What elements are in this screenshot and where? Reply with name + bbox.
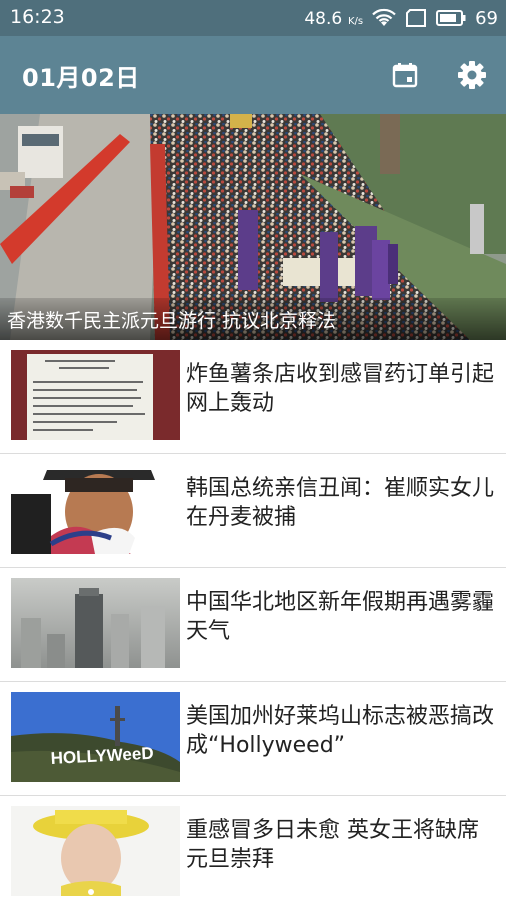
status-time: 16:23 [10,6,65,28]
news-title: 中国华北地区新年假期再遇雾霾天气 [186,590,495,644]
news-title: 重感冒多日未愈 英女王将缺席元旦崇拜 [186,818,479,872]
calendar-icon [392,63,418,88]
smog-city-image [11,578,180,668]
network-speed: 48.6 K/s [304,8,363,29]
news-item[interactable]: 韩国总统亲信丑闻：崔顺实女儿在丹麦被捕 [0,454,506,568]
news-title: 韩国总统亲信丑闻：崔顺实女儿在丹麦被捕 [186,476,495,530]
hollyweed-sign-image: HOLLYWeeD [11,692,180,782]
battery-icon [436,9,466,27]
news-item[interactable]: 炸鱼薯条店收到感冒药订单引起网上轰动 [0,340,506,454]
news-item[interactable]: 重感冒多日未愈 英女王将缺席元旦崇拜 [0,796,506,900]
hero-caption: 香港数千民主派元旦游行 抗议北京释法 [0,298,506,340]
app-bar: 01月02日 [0,36,506,114]
battery-level: 69 [475,7,498,29]
calendar-button[interactable] [388,58,422,92]
news-item[interactable]: HOLLYWeeD 美国加州好莱坞山标志被恶搞改成“Hollyweed” [0,682,506,796]
news-item[interactable]: 中国华北地区新年假期再遇雾霾天气 [0,568,506,682]
news-list: 炸鱼薯条店收到感冒药订单引起网上轰动 韩国总统亲信丑闻：崔顺实女儿在丹麦被捕 中… [0,340,506,900]
receipt-image [11,350,180,440]
queen-image [11,806,180,896]
sim-icon [405,9,427,27]
wifi-icon [372,8,396,28]
date-title: 01月02日 [22,64,140,92]
settings-gear-icon [458,61,486,89]
network-speed-value: 48.6 [304,8,343,29]
news-title: 美国加州好莱坞山标志被恶搞改成“Hollyweed” [186,704,495,758]
hero-headline[interactable]: 香港数千民主派元旦游行 抗议北京释法 [0,114,506,340]
news-title: 炸鱼薯条店收到感冒药订单引起网上轰动 [186,362,495,416]
settings-button[interactable] [455,58,489,92]
network-speed-unit: K/s [347,15,364,27]
status-bar: 16:23 48.6 K/s 69 [0,0,506,36]
rider-image [11,464,180,554]
status-indicators: 48.6 K/s 69 [304,6,498,30]
